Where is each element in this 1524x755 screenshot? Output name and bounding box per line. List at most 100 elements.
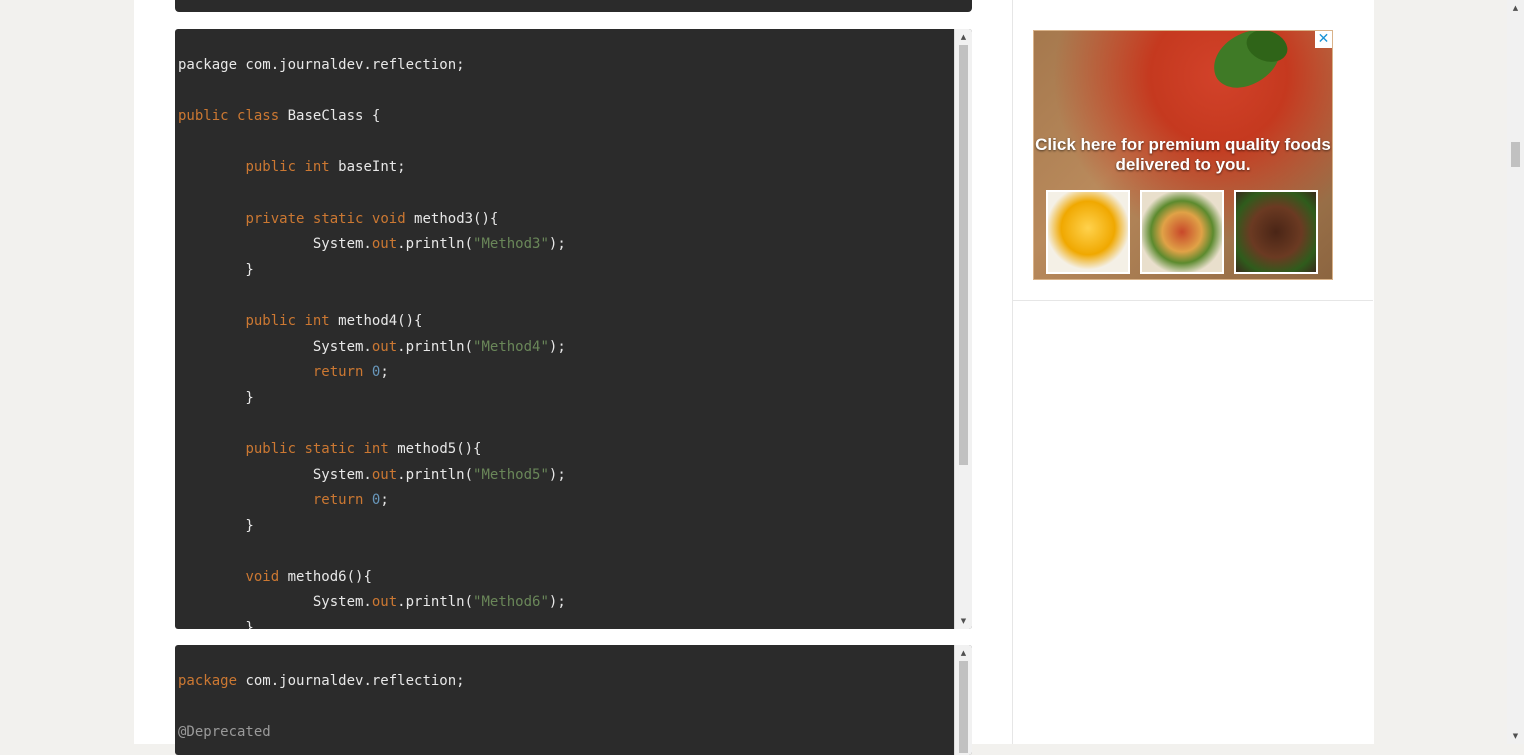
code-token: } xyxy=(178,389,254,406)
code-token-kw: int xyxy=(304,159,330,176)
code-line: package com.journaldev.reflection; xyxy=(178,673,465,689)
scrollbar-thumb[interactable] xyxy=(959,661,968,753)
scroll-down-arrow-icon[interactable]: ▼ xyxy=(1507,728,1524,744)
code-token: ); xyxy=(548,236,566,253)
code-token-kw: class xyxy=(237,108,280,125)
scroll-down-arrow-icon[interactable]: ▼ xyxy=(955,613,972,629)
code-token-kw: public xyxy=(245,312,297,329)
code-line: } xyxy=(178,620,254,629)
code-line: System.out.println("Method4"); xyxy=(178,339,566,355)
scroll-up-arrow-icon[interactable]: ▲ xyxy=(1507,0,1524,16)
code-line: public class BaseClass { xyxy=(178,108,380,124)
code-token-str: "Method3" xyxy=(473,236,549,253)
scroll-up-arrow-icon[interactable]: ▲ xyxy=(955,645,972,661)
code-token: System. xyxy=(178,466,372,483)
code-token-kw: static xyxy=(304,440,356,457)
code-line: } xyxy=(178,389,254,406)
code-token-ann: @Deprecated xyxy=(178,724,271,741)
code-line: return 0; xyxy=(178,364,389,380)
code-token: method3(){ xyxy=(405,210,499,227)
code-line: System.out.println("Method5"); xyxy=(178,467,566,483)
code-token-kw: return xyxy=(312,492,364,509)
code-token-kw: int xyxy=(304,312,330,329)
code-token: ); xyxy=(548,338,566,355)
code-line: public int baseInt; xyxy=(178,159,406,176)
code-token: System. xyxy=(178,236,372,253)
code-token: .println( xyxy=(397,338,474,355)
code-token-kw: void xyxy=(245,568,280,585)
scrollbar-thumb[interactable] xyxy=(959,45,968,465)
scroll-up-arrow-icon[interactable]: ▲ xyxy=(955,29,972,45)
code-token-fld: out xyxy=(371,338,398,355)
code-line: return 0; xyxy=(178,492,389,508)
code-token: } xyxy=(178,261,254,278)
code-token-kw: public xyxy=(245,440,297,457)
code-line: System.out.println("Method3"); xyxy=(178,236,566,252)
code-token-kw: package xyxy=(178,673,238,689)
code-block-deprecated[interactable]: package com.journaldev.reflection; @Depr… xyxy=(175,645,972,755)
ad-food-photo-chicken-vegetables[interactable] xyxy=(1140,190,1224,274)
code-listing[interactable]: package com.journaldev.reflection; publi… xyxy=(178,53,954,629)
code-token: .println( xyxy=(397,594,474,611)
code-token: System. xyxy=(178,594,372,611)
code-token: } xyxy=(178,517,254,534)
code-token: method6(){ xyxy=(279,568,372,585)
code-token: } xyxy=(178,620,254,629)
code-token: System. xyxy=(178,338,372,355)
ad-headline[interactable]: Click here for premium quality foods del… xyxy=(1034,135,1332,175)
code-block-scrollbar[interactable]: ▲ ▼ xyxy=(954,29,972,629)
code-listing[interactable]: package com.journaldev.reflection; @Depr… xyxy=(178,669,954,746)
previous-code-block-bottom xyxy=(175,0,972,12)
code-token: method4(){ xyxy=(329,312,423,329)
code-token: ; xyxy=(380,364,389,381)
code-token: ; xyxy=(380,492,389,509)
code-token: package com.journaldev.reflection; xyxy=(178,57,465,73)
code-line: void method6(){ xyxy=(178,568,372,585)
code-token: .println( xyxy=(397,466,474,483)
code-token-str: "Method4" xyxy=(473,338,549,355)
code-block-base-class[interactable]: package com.journaldev.reflection; publi… xyxy=(175,29,972,629)
code-token: method5(){ xyxy=(388,440,482,457)
code-token-kw: return xyxy=(312,364,364,381)
code-line: public int method4(){ xyxy=(178,313,422,329)
code-token-kw: public xyxy=(178,108,229,125)
code-line: } xyxy=(178,517,254,534)
code-line: @Deprecated xyxy=(178,724,271,740)
code-token-kw: static xyxy=(312,210,364,227)
advertisement-banner[interactable]: Click here for premium quality foods del… xyxy=(1033,30,1333,280)
code-token: ); xyxy=(548,466,566,483)
ad-food-photo-pot-roast[interactable] xyxy=(1234,190,1318,274)
code-line: public static int method5(){ xyxy=(178,441,481,457)
code-token-fld: out xyxy=(371,236,398,253)
code-token: .println( xyxy=(397,236,474,253)
code-block-scrollbar[interactable]: ▲ xyxy=(954,645,972,755)
code-token-kw: public xyxy=(245,159,297,176)
page-scrollbar-thumb[interactable] xyxy=(1511,142,1520,167)
page-scrollbar[interactable]: ▲ ▼ xyxy=(1507,0,1524,744)
code-token-fld: out xyxy=(371,594,398,611)
code-line: private static void method3(){ xyxy=(178,211,498,227)
code-token: BaseClass { xyxy=(279,108,381,125)
sidebar-separator xyxy=(1013,300,1373,301)
code-token-kw: private xyxy=(245,210,305,227)
code-token-kw: void xyxy=(371,210,406,227)
ad-close-icon[interactable]: ✕ xyxy=(1315,31,1332,48)
code-token-fld: out xyxy=(371,466,398,483)
code-line: package com.journaldev.reflection; xyxy=(178,57,465,73)
ad-food-photo-mac-and-cheese[interactable] xyxy=(1046,190,1130,274)
code-line: } xyxy=(178,261,254,278)
code-token: ); xyxy=(548,594,566,611)
code-token: baseInt; xyxy=(329,159,406,176)
code-token: com.journaldev.reflection; xyxy=(237,673,465,689)
